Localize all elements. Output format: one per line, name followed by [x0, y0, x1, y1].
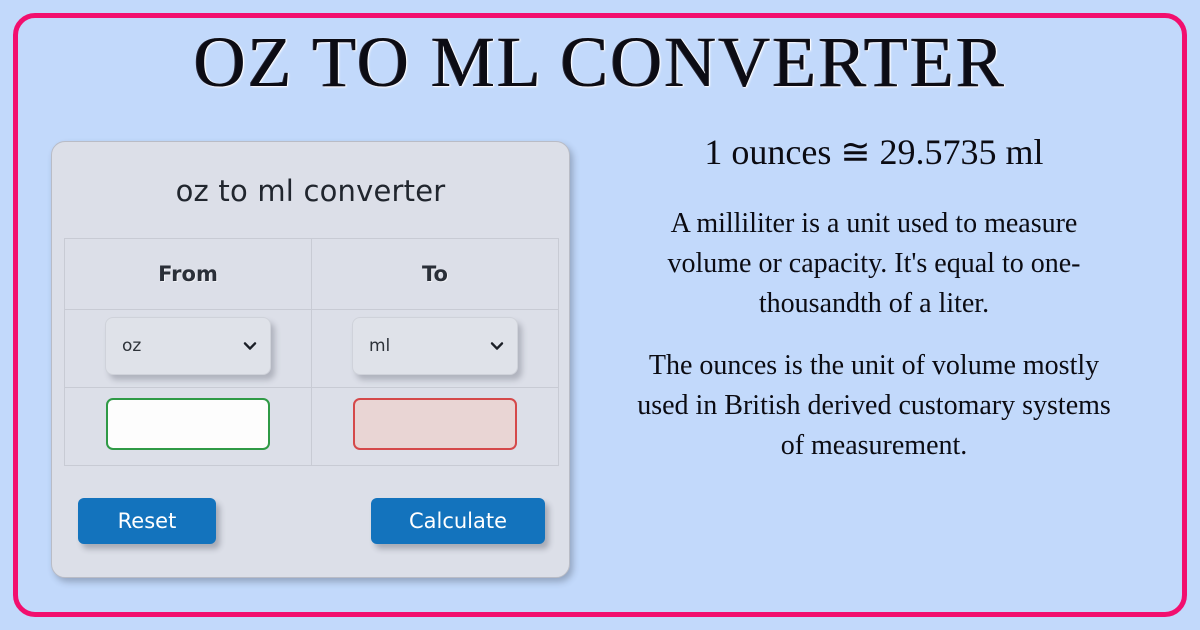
to-unit-value: ml	[369, 336, 391, 356]
cell-to-value	[311, 387, 559, 466]
table-header-row: From To	[64, 238, 559, 310]
ounces-description: The ounces is the unit of volume mostly …	[637, 350, 1111, 461]
converter-card: oz to ml converter From To oz ml Reset C…	[51, 141, 570, 578]
from-unit-value: oz	[122, 336, 142, 356]
cell-from-unit: oz	[64, 309, 312, 388]
chevron-down-icon	[490, 339, 504, 353]
to-unit-select[interactable]: ml	[352, 317, 518, 375]
conversion-table: From To oz ml	[64, 238, 559, 466]
cell-to-unit: ml	[311, 309, 559, 388]
reset-button[interactable]: Reset	[78, 498, 216, 544]
column-header-from: From	[64, 238, 312, 310]
card-actions: Reset Calculate	[52, 498, 569, 548]
poster-canvas: OZ TO ML CONVERTER oz to ml converter Fr…	[0, 0, 1200, 630]
table-row-units: oz ml	[64, 309, 559, 388]
info-column: 1 ounces ≅ 29.5735 ml A milliliter is a …	[604, 130, 1144, 488]
chevron-down-icon	[243, 339, 257, 353]
milliliter-description: A milliliter is a unit used to measure v…	[667, 208, 1081, 319]
from-unit-select[interactable]: oz	[105, 317, 271, 375]
from-value-input[interactable]	[106, 398, 270, 450]
calculate-button[interactable]: Calculate	[371, 498, 545, 544]
conversion-equation: 1 ounces ≅ 29.5735 ml	[704, 132, 1044, 172]
column-header-to: To	[311, 238, 559, 310]
converter-card-title: oz to ml converter	[175, 174, 446, 208]
table-row-values	[64, 387, 559, 466]
cell-from-value	[64, 387, 312, 466]
to-value-input[interactable]	[353, 398, 517, 450]
page-title: OZ TO ML CONVERTER	[193, 22, 1007, 102]
